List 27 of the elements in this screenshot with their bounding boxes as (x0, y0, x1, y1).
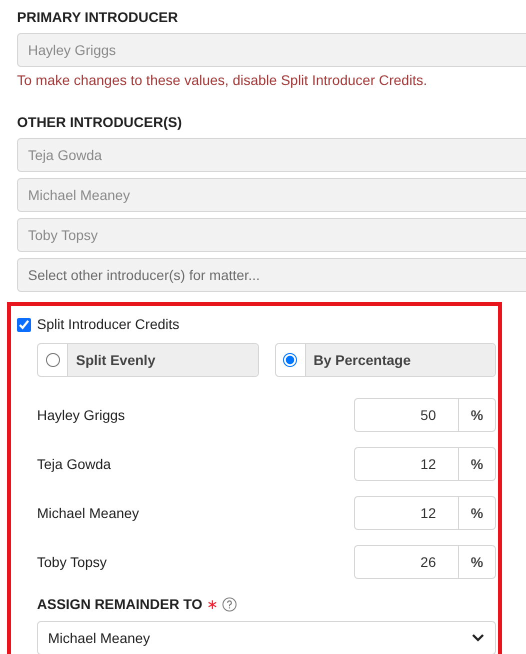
person-name: Teja Gowda (37, 454, 111, 474)
person-name: Hayley Griggs (37, 406, 125, 425)
checkbox-label[interactable]: Split Introducer Credits (37, 314, 180, 335)
percent-field[interactable]: 12 (354, 447, 458, 481)
person-name: Toby Topsy (37, 552, 107, 572)
person-name: Michael Meaney (37, 504, 139, 523)
section-label: OTHER INTRODUCER(S) (17, 113, 183, 132)
field-label: ASSIGN REMAINDER TO (37, 595, 202, 614)
radio-button[interactable] (283, 353, 297, 367)
select-field[interactable]: Select other introducer(s) for matter... (17, 258, 526, 292)
warning-text: To make changes to these values, disable Split Introducer Credits. (17, 71, 428, 90)
required-mark: ∗ (206, 595, 218, 614)
percent-field[interactable]: 50 (354, 398, 458, 432)
percent-field[interactable]: 12 (354, 496, 458, 530)
percent-addon: % (458, 447, 496, 481)
percent-addon: % (458, 398, 496, 432)
checkbox[interactable] (17, 318, 31, 332)
chevron-down-icon (471, 633, 485, 643)
percent-field[interactable]: 26 (354, 545, 458, 579)
radio-button[interactable] (46, 353, 60, 367)
percent-addon: % (458, 545, 496, 579)
radio-option[interactable]: Split Evenly (37, 343, 258, 377)
percent-addon: % (458, 496, 496, 530)
dropdown[interactable]: Michael Meaney (37, 621, 496, 654)
section-label: PRIMARY INTRODUCER (17, 8, 180, 27)
help-icon[interactable] (222, 597, 238, 612)
radio-option[interactable]: By Percentage (274, 343, 496, 377)
